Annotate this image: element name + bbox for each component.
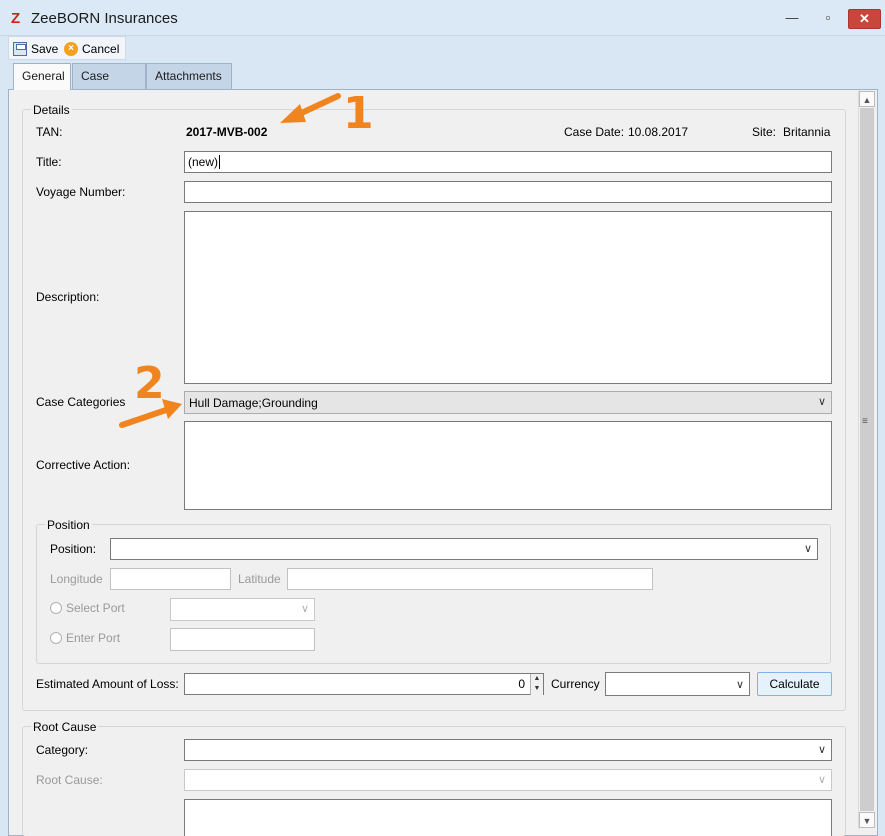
annotation-marker-1: 1 — [343, 88, 374, 139]
tab-general[interactable]: General — [13, 63, 71, 90]
annotation-marker-2: 2 — [134, 358, 165, 409]
annotation-arrows — [119, 93, 341, 428]
annotation-arrow-1-icon — [280, 93, 341, 123]
